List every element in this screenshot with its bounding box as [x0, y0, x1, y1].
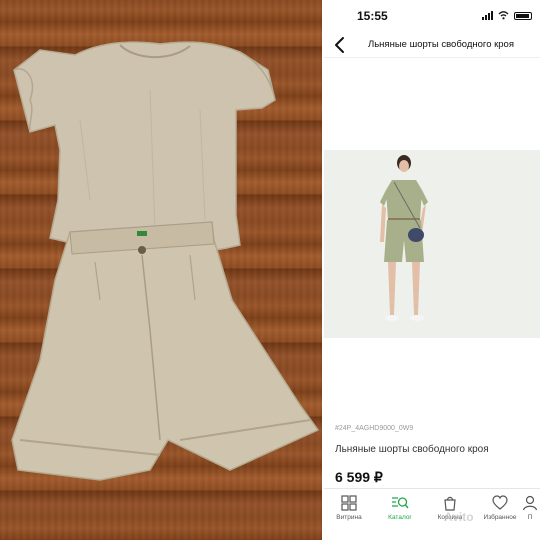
- status-icons: [482, 11, 532, 20]
- tab-profile[interactable]: П: [520, 495, 540, 521]
- tab-catalog[interactable]: Каталог: [375, 495, 425, 521]
- product-name: Льняные шорты свободного кроя: [335, 444, 489, 455]
- battery-icon: [514, 11, 532, 20]
- nav-bar: Льняные шорты свободного кроя: [324, 32, 540, 58]
- tab-label-catalog: Каталог: [388, 514, 412, 521]
- wifi-icon: [498, 11, 509, 20]
- heart-icon: [492, 495, 508, 510]
- tab-label-showcase: Витрина: [336, 514, 362, 521]
- profile-icon: [522, 495, 538, 511]
- catalog-search-icon: [392, 497, 409, 509]
- avito-watermark: Avito: [444, 510, 474, 524]
- linen-shorts: [11, 221, 320, 481]
- bottom-tab-bar: Витрина Каталог Корзина Избранное П: [324, 488, 540, 540]
- product-photo: [0, 0, 322, 540]
- screenshot-collage: 15:55 Льняные шорты свободного кроя #24P…: [0, 0, 540, 540]
- showcase-icon: [341, 495, 357, 511]
- tab-label-profile: П: [527, 514, 533, 521]
- product-sku: #24P_4AGHD9000_0W9: [335, 425, 414, 432]
- linen-top: [13, 41, 276, 256]
- phone-screen: 15:55 Льняные шорты свободного кроя #24P…: [324, 0, 540, 540]
- chevron-left-icon: [335, 37, 344, 53]
- tab-showcase[interactable]: Витрина: [324, 495, 374, 521]
- cart-bag-icon: [444, 496, 456, 511]
- page-title: Льняные шорты свободного кроя: [368, 39, 514, 50]
- tab-favorites[interactable]: Избранное: [475, 495, 525, 521]
- status-time: 15:55: [357, 9, 388, 23]
- product-price: 6 599 ₽: [335, 469, 383, 485]
- signal-icon: [482, 11, 493, 20]
- product-image-gallery[interactable]: [324, 150, 540, 338]
- status-bar: 15:55: [324, 0, 540, 30]
- back-button[interactable]: [330, 34, 350, 56]
- linen-outfit-illustration: [11, 41, 320, 481]
- tab-label-favorites: Избранное: [483, 514, 517, 521]
- model-photo: [324, 150, 540, 338]
